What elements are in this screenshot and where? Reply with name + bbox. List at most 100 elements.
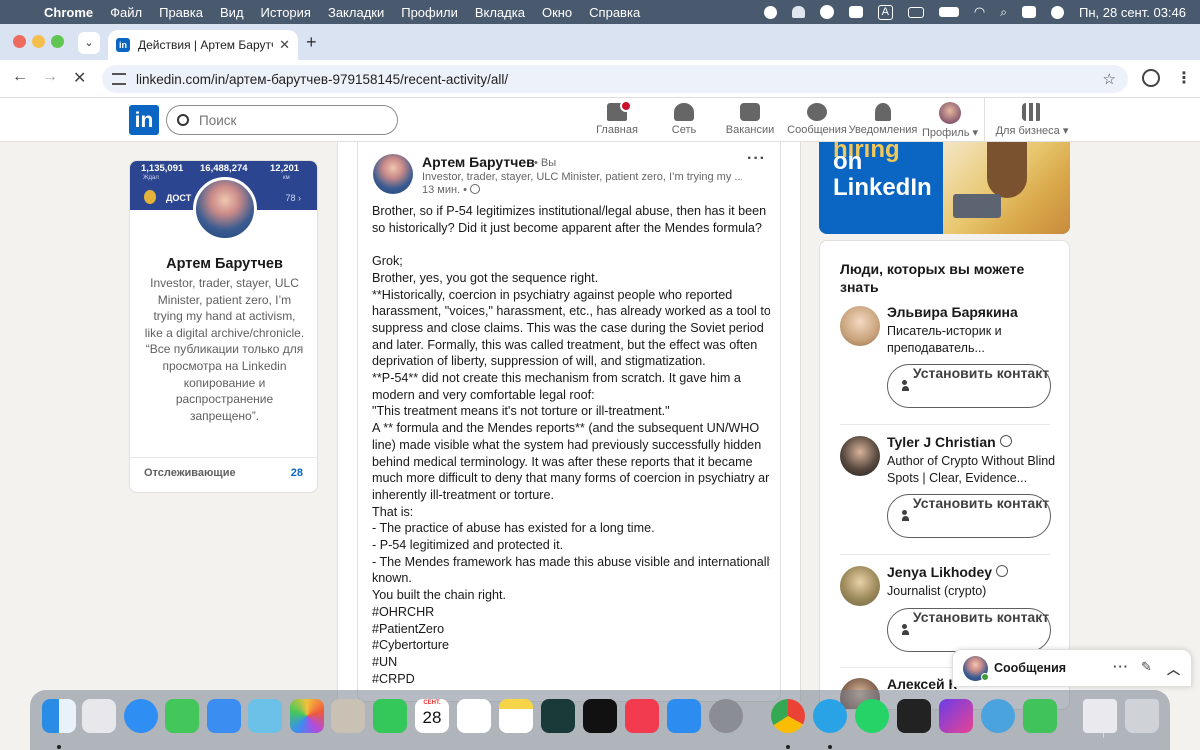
hiring-ad-banner[interactable]: hiring on LinkedIn (819, 142, 1070, 234)
url-text[interactable]: linkedin.com/in/артем-барутчев-979158145… (136, 72, 508, 87)
contacts-icon[interactable] (331, 699, 365, 733)
chat-icon[interactable] (848, 6, 863, 18)
connect-button[interactable]: Установить контакт (887, 494, 1051, 538)
wifi-icon[interactable]: ◠ (974, 4, 985, 20)
chrome-icon[interactable] (771, 699, 805, 733)
safari-icon[interactable] (124, 699, 158, 733)
profile-avatar[interactable] (193, 177, 257, 241)
launchpad-icon[interactable] (82, 699, 116, 733)
calendar-month: СЕНТ. (423, 700, 441, 706)
apple-tv-icon[interactable] (583, 699, 617, 733)
app-store-icon[interactable] (667, 699, 701, 733)
battery-icon[interactable] (938, 7, 959, 17)
banner-number: 78 › (285, 193, 301, 203)
chrome-profile-icon[interactable] (1142, 69, 1160, 87)
browser-toolbar: ← → ✕ linkedin.com/in/артем-барутчев-979… (0, 60, 1200, 98)
person-name[interactable]: Tyler J Christian (887, 434, 1012, 450)
person-description: Journalist (crypto) (887, 584, 987, 598)
control-center-icon[interactable] (1022, 6, 1036, 18)
menu-history[interactable]: История (261, 5, 311, 20)
chevron-up-icon[interactable]: ︿ (1167, 659, 1180, 678)
input-source-indicator[interactable]: A (877, 4, 893, 20)
menu-file[interactable]: Файл (110, 5, 142, 20)
menu-bookmarks[interactable]: Закладки (328, 5, 384, 20)
post-author-headline: Investor, trader, stayer, ULC Minister, … (422, 171, 742, 183)
calendar-icon[interactable]: СЕНТ. 28 (415, 699, 449, 733)
system-settings-icon[interactable] (709, 699, 743, 733)
post-more-options-icon[interactable]: ··· (747, 150, 766, 168)
post-text-line: known. (372, 571, 412, 586)
post-author-avatar[interactable] (373, 154, 413, 194)
person-avatar[interactable] (840, 566, 880, 606)
person-name[interactable]: Эльвира Барякина (887, 304, 1018, 320)
keyboard-icon[interactable] (907, 6, 924, 18)
connect-button[interactable]: Установить контакт (887, 608, 1051, 652)
bookmark-star-icon[interactable]: ☆ (1103, 70, 1116, 88)
menu-tab[interactable]: Вкладка (475, 5, 525, 20)
person-avatar[interactable] (840, 306, 880, 346)
new-tab-plus-icon[interactable]: + (306, 32, 317, 53)
photos-icon[interactable] (290, 699, 324, 733)
close-tab-icon[interactable]: ✕ (279, 37, 290, 53)
back-arrow-icon[interactable]: ← (12, 68, 28, 86)
maps-icon[interactable] (248, 699, 282, 733)
followers-label[interactable]: Отслеживающие (144, 467, 236, 479)
trash-icon[interactable] (1125, 699, 1159, 733)
maximize-window-button[interactable] (51, 35, 64, 48)
facetime-icon[interactable] (373, 699, 407, 733)
connect-button[interactable]: Установить контакт (887, 364, 1051, 408)
search-input[interactable] (199, 112, 379, 128)
reminders-icon[interactable] (457, 699, 491, 733)
telegram-icon[interactable] (819, 5, 834, 19)
nav-for-business[interactable]: Для бизнеса ▾ (991, 101, 1073, 139)
telegram-icon[interactable] (813, 699, 847, 733)
minimize-window-button[interactable] (32, 35, 45, 48)
menu-help[interactable]: Справка (589, 5, 640, 20)
person-avatar[interactable] (840, 436, 880, 476)
stocks-app-icon[interactable] (897, 699, 931, 733)
followers-count[interactable]: 28 (291, 467, 303, 479)
chrome-menu-icon[interactable]: ⋮ (1176, 68, 1192, 88)
messaging-more-icon[interactable]: ··· (1113, 659, 1129, 674)
messages-icon[interactable] (165, 699, 199, 733)
finder-icon[interactable] (42, 699, 76, 733)
spotlight-search-icon[interactable]: ⌕ (1000, 5, 1007, 20)
whatsapp-icon[interactable] (855, 699, 889, 733)
freeform-icon[interactable] (541, 699, 575, 733)
numbers-icon[interactable] (1023, 699, 1057, 733)
post-text-line: **P-54** did not create this mechanism f… (372, 371, 741, 386)
siri-icon[interactable] (1051, 5, 1064, 19)
close-window-button[interactable] (13, 35, 26, 48)
post-author-name[interactable]: Артем Барутчев (422, 154, 535, 170)
obsidian-icon[interactable] (939, 699, 973, 733)
search-box[interactable] (166, 105, 398, 135)
compose-message-icon[interactable]: ✎ (1141, 659, 1152, 675)
menu-clock[interactable]: Пн, 28 сент. 03:46 (1079, 5, 1186, 20)
person-name[interactable]: Jenya Likhodey (887, 564, 1009, 580)
menu-app-name[interactable]: Chrome (44, 5, 93, 20)
active-tab[interactable]: in Действия | Артем Барутчев ✕ (108, 30, 298, 60)
linkedin-favicon-icon: in (116, 38, 130, 52)
messaging-overlay-bar[interactable]: Сообщения ··· ✎ ︿ (952, 649, 1192, 687)
messaging-title[interactable]: Сообщения (994, 661, 1066, 675)
mail-icon[interactable] (207, 699, 241, 733)
menu-window[interactable]: Окно (542, 5, 572, 20)
menu-view[interactable]: Вид (220, 5, 244, 20)
profile-name[interactable]: Артем Барутчев (130, 256, 317, 272)
notes-icon[interactable] (499, 699, 533, 733)
cloud-icon[interactable] (791, 6, 805, 18)
nav-profile[interactable]: Профиль ▾ (910, 101, 990, 139)
address-bar[interactable]: linkedin.com/in/артем-барутчев-979158145… (102, 65, 1128, 93)
site-info-icon[interactable] (112, 73, 126, 85)
linkedin-logo[interactable]: in (129, 105, 159, 135)
menu-profiles[interactable]: Профили (401, 5, 458, 20)
downloads-folder-icon[interactable] (1083, 699, 1117, 733)
menu-edit[interactable]: Правка (159, 5, 203, 20)
forward-arrow-icon[interactable]: → (42, 68, 58, 86)
record-icon[interactable] (763, 5, 777, 19)
music-icon[interactable] (625, 699, 659, 733)
stop-loading-icon[interactable]: ✕ (73, 68, 86, 88)
vpn-app-icon[interactable] (981, 699, 1015, 733)
tab-search-chevron-icon[interactable]: ⌄ (78, 32, 100, 54)
banner-stat: 12,201 (270, 163, 300, 174)
